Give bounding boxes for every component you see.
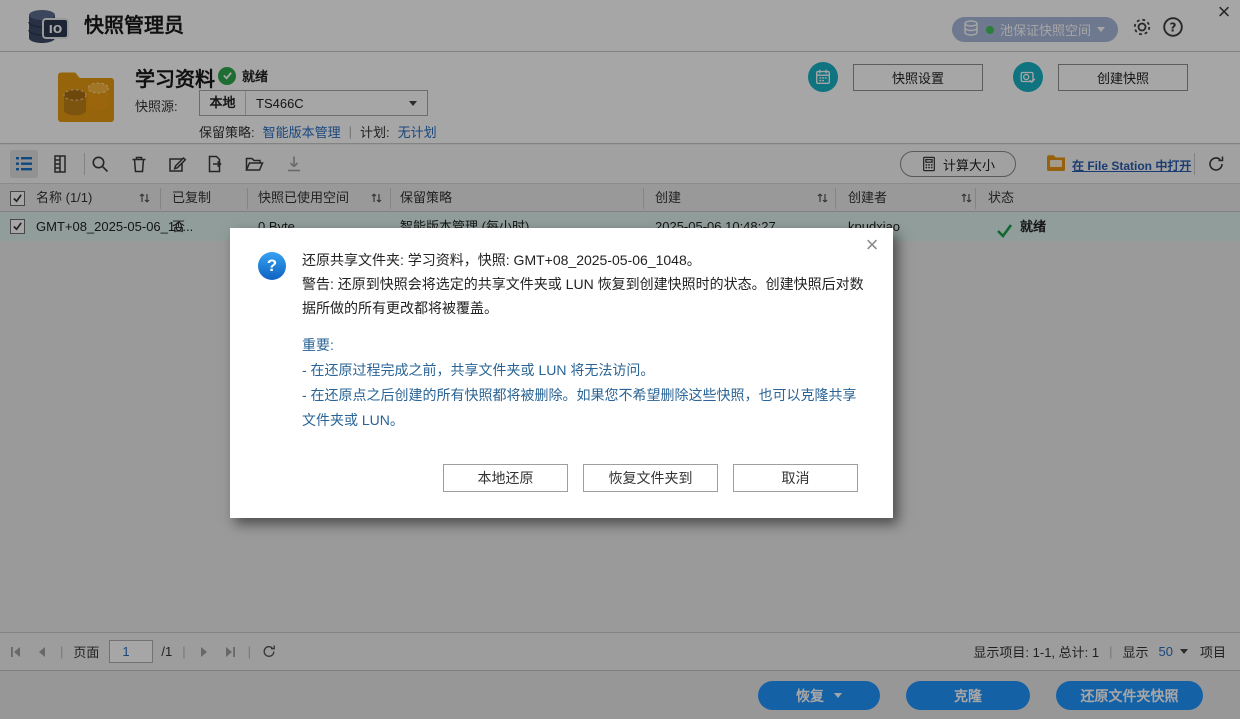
local-revert-label: 本地还原 — [478, 468, 534, 488]
revert-confirmation-dialog: × ? 还原共享文件夹: 学习资料，快照: GMT+08_2025-05-06_… — [230, 228, 893, 518]
dialog-important: 重要: - 在还原过程完成之前，共享文件夹或 LUN 将无法访问。 - 在还原点… — [302, 333, 868, 433]
dialog-message: 还原共享文件夹: 学习资料，快照: GMT+08_2025-05-06_1048… — [302, 248, 868, 433]
cancel-label: 取消 — [782, 468, 810, 488]
important-item: - 在还原点之后创建的所有快照都将被删除。如果您不希望删除这些快照，也可以克隆共… — [302, 383, 868, 433]
restore-folder-to-button[interactable]: 恢复文件夹到 — [583, 464, 718, 492]
snapshot-manager-window: IO 快照管理员 池保证快照空间 — [0, 0, 1240, 719]
important-title: 重要: — [302, 333, 868, 358]
dialog-line1: 还原共享文件夹: 学习资料，快照: GMT+08_2025-05-06_1048… — [302, 248, 868, 272]
cancel-button[interactable]: 取消 — [733, 464, 858, 492]
dialog-warning: 警告: 还原到快照会将选定的共享文件夹或 LUN 恢复到创建快照时的状态。创建快… — [302, 272, 868, 320]
restore-folder-to-label: 恢复文件夹到 — [609, 468, 693, 488]
important-item: - 在还原过程完成之前，共享文件夹或 LUN 将无法访问。 — [302, 358, 868, 383]
question-icon: ? — [258, 252, 286, 280]
local-revert-button[interactable]: 本地还原 — [443, 464, 568, 492]
